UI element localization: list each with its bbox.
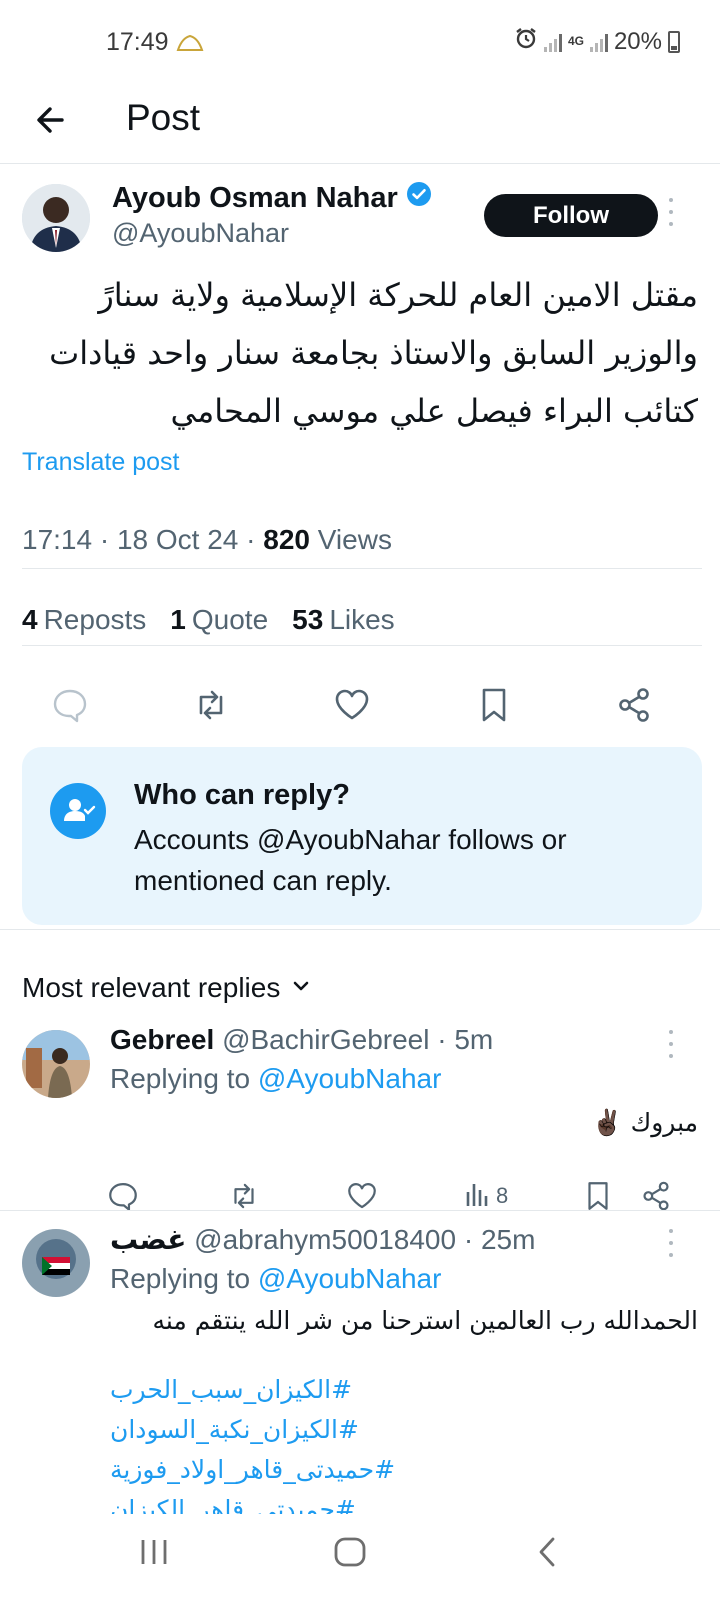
repost-icon[interactable] — [191, 685, 231, 725]
views-label: Views — [317, 524, 392, 555]
likes-label: Likes — [329, 604, 395, 635]
post-text-line: والوزير السابق والاستاذ بجامعة سنار واحد… — [49, 334, 698, 372]
signal-icon-2 — [589, 32, 608, 52]
hashtag-link[interactable]: #الكيزان_سبب_الحرب — [110, 1370, 510, 1410]
network-type: 4G — [567, 34, 584, 48]
who-can-reply-card: Who can reply? Accounts @AyoubNahar foll… — [22, 747, 702, 925]
replying-to-link[interactable]: @AyoubNahar — [258, 1063, 442, 1094]
post-time: 17:14 — [22, 524, 93, 555]
status-bar: 17:49 4G 20% — [0, 0, 720, 88]
replying-to-link[interactable]: @AyoubNahar — [258, 1263, 442, 1294]
who-can-reply-title: Who can reply? — [134, 779, 350, 811]
post-metadata: 17:14 · 18 Oct 24 · 820 Views — [22, 524, 392, 555]
reply-divider — [0, 1210, 720, 1211]
app-header: Post — [0, 88, 720, 164]
section-divider — [0, 929, 720, 930]
analytics-icon — [464, 1178, 492, 1214]
post-text: مقتل الامين العام للحركة الإسلامية ولاية… — [18, 266, 698, 440]
verified-badge-icon — [406, 181, 432, 215]
author-name[interactable]: Ayoub Osman Nahar — [112, 181, 432, 215]
notification-icon — [176, 32, 204, 59]
reply-age: 5m — [454, 1024, 494, 1055]
reposts-label: Reposts — [43, 604, 147, 635]
hashtag-link[interactable]: #الكيزان_نكبة_السودان — [110, 1410, 510, 1450]
chevron-down-icon — [290, 972, 312, 1004]
engagement-stats: 4 Reposts 1 Quote 53 Likes — [22, 604, 395, 636]
share-icon[interactable] — [614, 685, 654, 725]
views-count: 820 — [263, 524, 310, 555]
reply-actions: 8 — [0, 1178, 720, 1218]
who-can-reply-body: Accounts @AyoubNahar follows or mentione… — [134, 824, 567, 896]
replies-sort-label: Most relevant replies — [22, 972, 281, 1003]
user-check-icon — [50, 783, 106, 839]
replying-to: Replying to @AyoubNahar — [110, 1263, 441, 1295]
signal-icon — [543, 32, 562, 52]
post-date: 18 Oct 24 — [116, 524, 239, 555]
like-icon[interactable] — [345, 1178, 379, 1214]
like-icon[interactable] — [332, 685, 372, 725]
reply-hashtags: #الكيزان_سبب_الحرب #الكيزان_نكبة_السودان… — [110, 1370, 510, 1514]
translate-post-link[interactable]: Translate post — [22, 448, 179, 477]
bookmark-icon[interactable] — [581, 1178, 615, 1214]
quotes-stat[interactable]: 1 Quote — [170, 604, 268, 636]
battery-icon — [668, 30, 680, 53]
reply-header: غضب @abrahym50018400 · 25m — [110, 1223, 536, 1256]
more-options-icon[interactable] — [666, 198, 676, 226]
recent-apps-icon[interactable] — [132, 1530, 176, 1574]
status-icons: 4G 20% — [514, 26, 680, 57]
reply-header: Gebreel @BachirGebreel · 5m — [110, 1024, 494, 1055]
page-title: Post — [126, 97, 201, 138]
post-actions — [0, 685, 720, 729]
share-icon[interactable] — [639, 1178, 673, 1214]
follow-button[interactable]: Follow — [484, 194, 658, 237]
nav-back-icon[interactable] — [526, 1530, 570, 1574]
alarm-icon — [514, 26, 538, 57]
reply-icon[interactable] — [50, 685, 90, 725]
divider — [22, 645, 702, 646]
reply-views-count: 8 — [496, 1183, 509, 1208]
quotes-label: Quote — [191, 604, 269, 635]
post-text-line: مقتل الامين العام للحركة الإسلامية ولاية… — [98, 276, 698, 314]
likes-stat[interactable]: 53 Likes — [292, 604, 395, 636]
reply-avatar[interactable] — [22, 1229, 90, 1297]
author-handle[interactable]: @AyoubNahar — [112, 218, 289, 249]
replying-prefix: Replying to — [110, 1063, 251, 1094]
divider — [22, 568, 702, 569]
reply-text: الحمدالله رب العالمين استرحنا من شر الله… — [152, 1306, 698, 1335]
reply-avatar[interactable] — [22, 1030, 90, 1098]
system-nav-bar — [0, 1514, 720, 1600]
reply-author-name[interactable]: غضب — [110, 1223, 186, 1256]
reply-age: 25m — [480, 1224, 536, 1255]
quotes-count: 1 — [170, 604, 186, 635]
replies-sort-dropdown[interactable]: Most relevant replies — [22, 972, 312, 1004]
author-avatar[interactable] — [22, 184, 90, 252]
author-name-text: Ayoub Osman Nahar — [112, 181, 398, 214]
replying-to: Replying to @AyoubNahar — [110, 1063, 441, 1095]
reply-author-name[interactable]: Gebreel — [110, 1024, 214, 1055]
reply-more-options-icon[interactable] — [666, 1229, 676, 1257]
reply-author-handle[interactable]: @BachirGebreel — [222, 1024, 429, 1055]
views-stat[interactable]: 8 — [464, 1178, 508, 1214]
reposts-stat[interactable]: 4 Reposts — [22, 604, 146, 636]
repost-icon[interactable] — [227, 1178, 261, 1214]
bookmark-icon[interactable] — [474, 685, 514, 725]
battery-percent: 20% — [613, 27, 662, 55]
reposts-count: 4 — [22, 604, 38, 635]
post-text-line: كتائب البراء فيصل علي موسي المحامي — [170, 392, 698, 430]
reply-text: مبروك ✌🏿 — [591, 1108, 698, 1137]
replying-prefix: Replying to — [110, 1263, 251, 1294]
reply-icon[interactable] — [106, 1178, 140, 1214]
home-icon[interactable] — [328, 1530, 372, 1574]
hashtag-link[interactable]: #حميدتى_قاهر_اولاد_فوزية — [110, 1450, 510, 1490]
status-time: 17:49 — [106, 28, 169, 56]
likes-count: 53 — [292, 604, 324, 635]
reply-author-handle[interactable]: @abrahym50018400 — [194, 1224, 456, 1255]
hashtag-link[interactable]: #حميدتى_قاهر_الكيزان — [110, 1490, 510, 1514]
back-arrow-icon[interactable] — [30, 98, 74, 142]
reply-more-options-icon[interactable] — [666, 1030, 676, 1058]
